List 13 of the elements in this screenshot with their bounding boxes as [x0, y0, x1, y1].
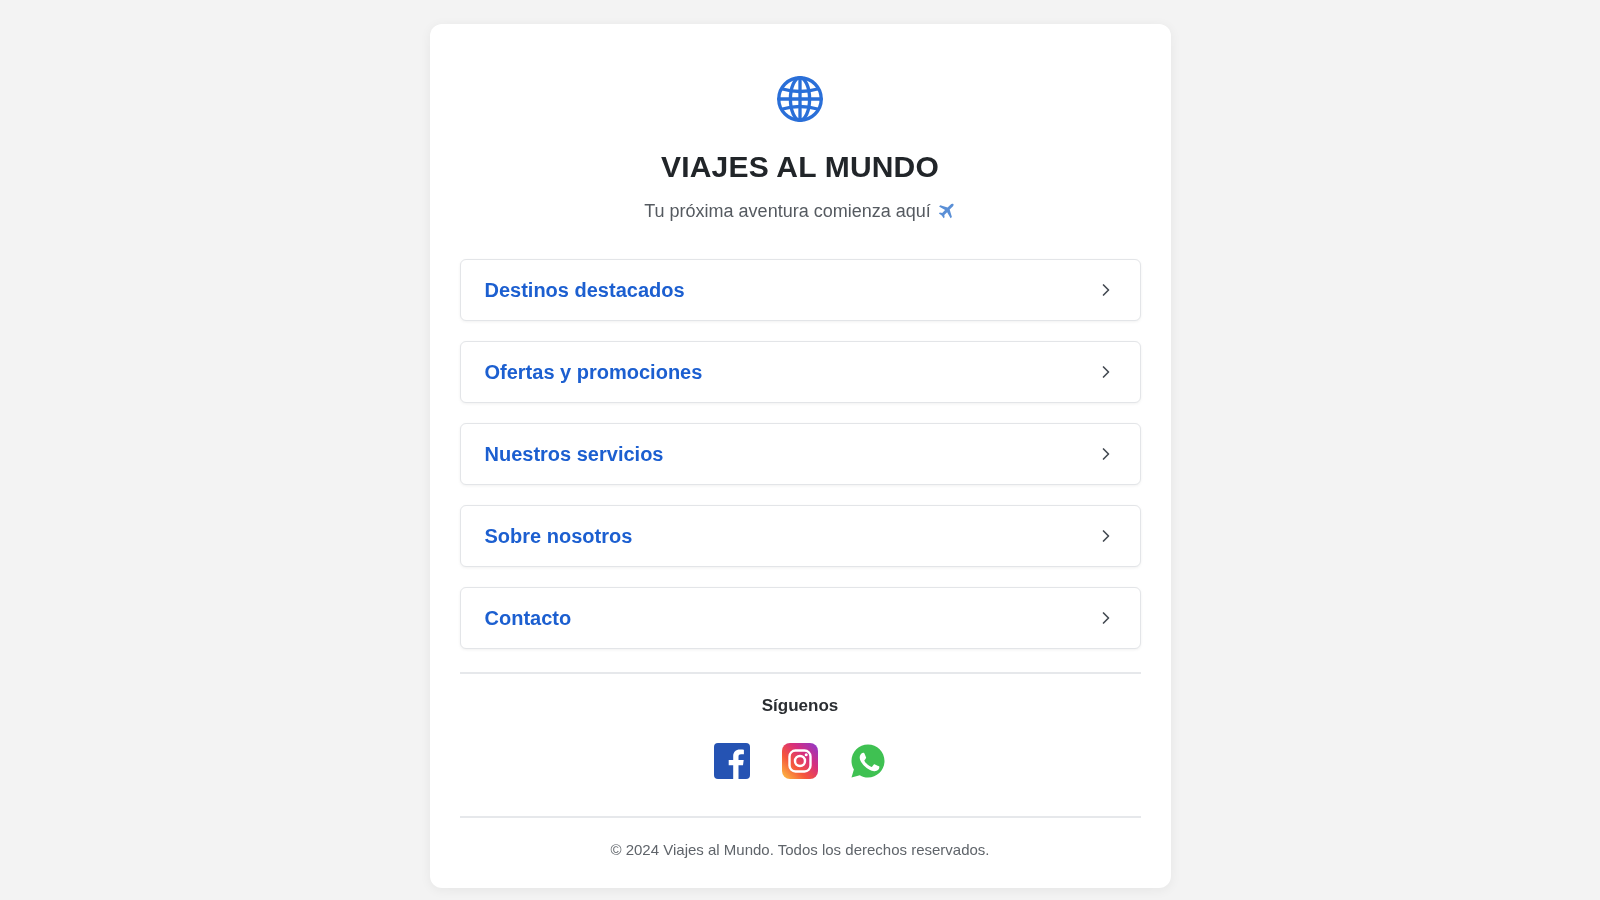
globe-icon	[775, 74, 825, 124]
menu-link[interactable]: Sobre nosotros	[459, 505, 1141, 567]
menu-link[interactable]: Ofertas y promociones	[459, 341, 1141, 403]
facebook-icon[interactable]	[714, 743, 750, 779]
tagline: Tu próxima aventura comienza aquí	[644, 200, 931, 223]
airplane-icon	[936, 201, 956, 221]
site-title: VIAJES AL MUNDO	[660, 149, 939, 185]
menu-link[interactable]: Nuestros servicios	[459, 423, 1141, 485]
instagram-icon[interactable]	[782, 743, 818, 779]
menu-link[interactable]: Contacto	[459, 587, 1141, 649]
copyright-text: © 2024 Viajes al Mundo. Todos los derechos reservados.	[610, 840, 990, 860]
menu-link[interactable]: Destinos destacados	[459, 259, 1141, 321]
social-heading: Síguenos	[761, 695, 839, 717]
